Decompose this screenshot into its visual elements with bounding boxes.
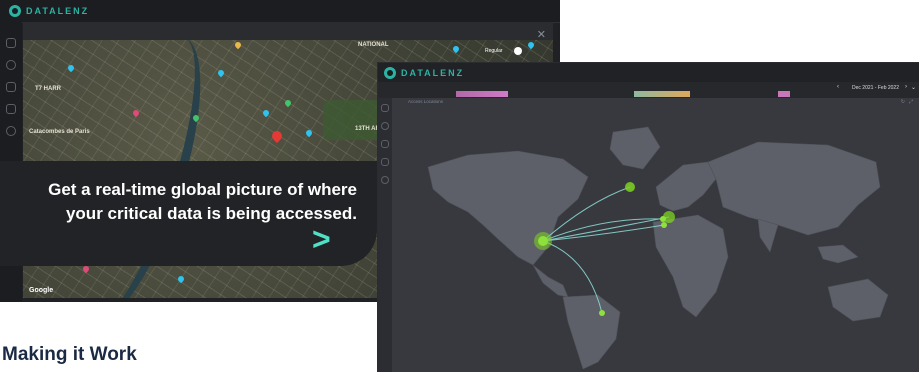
report-icon[interactable] xyxy=(6,82,16,92)
connection-line xyxy=(542,216,670,242)
map-type-label: Regular xyxy=(485,48,503,54)
map-pin-icon[interactable] xyxy=(176,274,186,284)
map-pin-icon[interactable] xyxy=(66,63,76,73)
settings-icon[interactable] xyxy=(6,60,16,70)
map-pin-icon[interactable] xyxy=(526,40,536,50)
central-america xyxy=(532,264,569,298)
selected-location-icon[interactable] xyxy=(269,128,285,144)
map-pin-icon[interactable] xyxy=(304,128,314,138)
hotspot-north-america-core xyxy=(538,236,548,246)
hotspot-europe-2 xyxy=(660,216,666,222)
date-range[interactable]: Dec 2021 - Feb 2022 xyxy=(852,85,899,91)
callout-line-1: Get a real-time global picture of where xyxy=(48,180,357,199)
map-type-toggle[interactable] xyxy=(514,47,522,55)
asia xyxy=(707,141,881,236)
north-america xyxy=(427,150,589,266)
hotspot-south-america xyxy=(599,310,605,316)
place-label: NATIONAL xyxy=(358,42,389,48)
datalenz-logo-icon xyxy=(384,67,396,79)
lock-icon[interactable] xyxy=(381,140,389,148)
datalenz-logo-icon xyxy=(9,5,21,17)
se-asia xyxy=(817,244,859,264)
place-label: Catacombes de Paris xyxy=(29,129,90,135)
map-pin-icon[interactable] xyxy=(283,98,293,108)
brand: DATALENZ xyxy=(9,5,89,17)
map-pin-icon[interactable] xyxy=(233,40,243,50)
logout-icon[interactable] xyxy=(6,126,16,136)
hotspot-greenland xyxy=(625,182,635,192)
feature-callout: Get a real-time global picture of where … xyxy=(0,161,377,266)
google-attribution: Google xyxy=(29,287,54,294)
world-map[interactable] xyxy=(398,107,908,369)
map-pin-icon[interactable] xyxy=(451,44,461,54)
refresh-icon[interactable]: ↻ xyxy=(901,99,905,105)
prev-range-icon[interactable]: ‹ xyxy=(837,84,839,90)
hotspot-europe-3 xyxy=(661,222,667,228)
tools-icon[interactable] xyxy=(381,158,389,166)
south-america xyxy=(562,294,621,369)
home-icon[interactable] xyxy=(381,104,389,112)
home-icon[interactable] xyxy=(6,38,16,48)
title-bar: DATALENZ xyxy=(378,63,919,82)
greenland xyxy=(609,126,661,170)
connection-line xyxy=(542,224,665,242)
africa xyxy=(652,214,729,318)
title-bar: DATALENZ xyxy=(0,0,560,23)
brand: DATALENZ xyxy=(384,67,464,79)
logout-icon[interactable] xyxy=(381,176,389,184)
filter-pill[interactable] xyxy=(778,91,790,97)
expand-icon[interactable]: ⤢ xyxy=(909,99,913,105)
filter-pill[interactable] xyxy=(634,91,690,97)
sidebar xyxy=(378,98,392,372)
map-header xyxy=(23,22,553,40)
australia xyxy=(827,278,889,322)
europe xyxy=(655,161,717,212)
map-pin-icon[interactable] xyxy=(216,68,226,78)
panel-title: Access Locations xyxy=(408,99,444,104)
chevron-down-icon[interactable]: ⌄ xyxy=(911,84,916,91)
tools-icon[interactable] xyxy=(6,104,16,114)
india xyxy=(757,218,779,253)
place-label: T7 HARR xyxy=(35,86,62,92)
place-label: 13TH AR xyxy=(355,126,380,132)
brand-name: DATALENZ xyxy=(401,68,465,78)
world-map-window: DATALENZ ‹ Dec 2021 - Feb 2022 › ⌄ Acces… xyxy=(378,63,919,372)
section-heading: Making it Work xyxy=(2,344,137,365)
next-arrow-icon[interactable]: > xyxy=(312,223,331,255)
map-pin-icon[interactable] xyxy=(261,108,271,118)
brand-name: DATALENZ xyxy=(26,6,90,16)
settings-icon[interactable] xyxy=(381,122,389,130)
next-range-icon[interactable]: › xyxy=(905,84,907,90)
filter-pill[interactable] xyxy=(456,91,508,97)
